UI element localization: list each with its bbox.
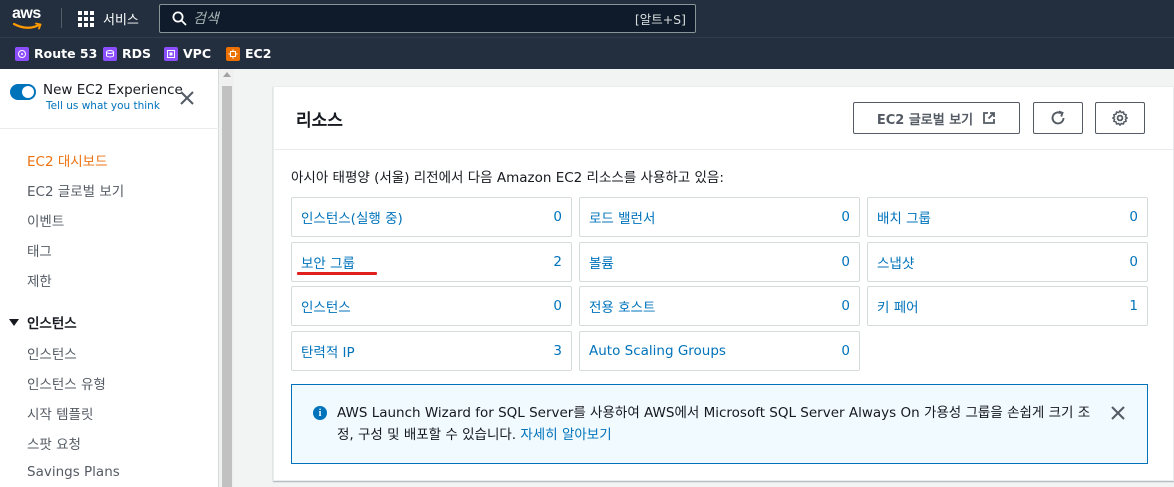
annotation-underline [297, 272, 377, 275]
resource-label: 볼륨 [589, 256, 614, 272]
ec2-icon [226, 46, 240, 61]
resource-count: 2 [553, 254, 562, 270]
sidebar-scrollbar-thumb[interactable] [222, 86, 232, 487]
resource-label: 인스턴스(실행 중) [301, 211, 403, 227]
new-experience-title: New EC2 Experience [43, 82, 183, 98]
header-divider [61, 8, 62, 28]
favorite-label: VPC [183, 46, 212, 61]
ec2-global-view-button[interactable]: EC2 글로벌 보기 [853, 102, 1020, 134]
close-icon[interactable] [1110, 405, 1126, 421]
sidebar-section-instances[interactable]: 인스턴스 [9, 312, 77, 332]
vpc-icon [164, 46, 178, 61]
resource-count: 0 [553, 298, 562, 314]
sidebar-item-spot-requests[interactable]: 스팟 요청 [27, 433, 81, 453]
resources-description: 아시아 태평양 (서울) 리전에서 다음 Amazon EC2 리소스를 사용하… [291, 170, 724, 186]
sidebar-item-limits[interactable]: 제한 [27, 270, 52, 290]
favorite-label: RDS [122, 46, 152, 61]
resource-count: 0 [841, 298, 850, 314]
search-input[interactable] [187, 10, 635, 27]
services-menu-button[interactable]: 서비스 [78, 9, 139, 28]
resource-count: 3 [553, 343, 562, 359]
search-box[interactable]: [알트+S] [159, 4, 696, 33]
resource-count: 0 [841, 209, 850, 225]
refresh-icon [1051, 110, 1065, 125]
resource-label: 인스턴스 [301, 300, 351, 316]
aws-smile-icon [13, 22, 42, 30]
favorite-rds[interactable]: RDS [103, 46, 151, 61]
resource-count: 0 [1129, 209, 1138, 225]
rds-icon [103, 46, 117, 61]
info-icon: i [313, 406, 327, 420]
resource-count: 0 [553, 209, 562, 225]
grid-menu-icon [78, 10, 94, 27]
sidebar-item-launch-templates[interactable]: 시작 템플릿 [27, 403, 93, 423]
feedback-link[interactable]: Tell us what you think [46, 100, 183, 112]
resource-label: 배치 그룹 [877, 211, 931, 227]
sidebar-item-savings-plans[interactable]: Savings Plans [27, 464, 120, 480]
resource-count: 0 [841, 254, 850, 270]
resource-elastic-ips[interactable]: 탄력적 IP 3 [291, 331, 572, 371]
refresh-button[interactable] [1033, 102, 1083, 134]
button-label: EC2 글로벌 보기 [876, 112, 974, 128]
favorite-label: Route 53 [34, 46, 98, 61]
resource-label: 탄력적 IP [301, 345, 355, 361]
resource-key-pairs[interactable]: 키 페어 1 [867, 286, 1148, 326]
gear-icon [1112, 110, 1128, 126]
new-experience-toggle[interactable] [10, 84, 36, 100]
sidebar-item-ec2-global-view[interactable]: EC2 글로벌 보기 [27, 180, 124, 200]
settings-button[interactable] [1095, 102, 1145, 134]
info-message: AWS Launch Wizard for SQL Server를 사용하여 A… [337, 405, 1091, 443]
panel-divider [274, 149, 1173, 150]
sidebar-item-instances[interactable]: 인스턴스 [27, 343, 77, 363]
sidebar-item-events[interactable]: 이벤트 [27, 210, 64, 230]
resource-running-instances[interactable]: 인스턴스(실행 중) 0 [291, 197, 572, 237]
section-label: 인스턴스 [27, 316, 77, 332]
sidebar-item-ec2-dashboard[interactable]: EC2 대시보드 [27, 150, 108, 170]
services-label: 서비스 [103, 13, 139, 28]
resource-security-groups[interactable]: 보안 그룹 2 [291, 242, 572, 282]
close-icon[interactable] [178, 89, 196, 107]
resource-placement-groups[interactable]: 배치 그룹 0 [867, 197, 1148, 237]
resource-count: 0 [841, 343, 850, 359]
external-link-icon [983, 112, 996, 124]
resource-load-balancers[interactable]: 로드 밸런서 0 [579, 197, 860, 237]
side-navigation: New EC2 Experience Tell us what you thin… [0, 69, 219, 487]
learn-more-link[interactable]: 자세히 알아보기 [520, 427, 611, 443]
resource-count: 1 [1129, 298, 1138, 314]
aws-logo-text: aws [12, 5, 41, 22]
favorite-ec2[interactable]: EC2 [226, 46, 271, 61]
aws-logo[interactable]: aws [12, 5, 48, 33]
search-icon [172, 11, 187, 26]
favorites-bar: Route 53 RDS VPC EC2 [0, 37, 1174, 69]
resource-volumes[interactable]: 볼륨 0 [579, 242, 860, 282]
caret-down-icon [9, 318, 19, 326]
resource-label: 보안 그룹 [301, 256, 355, 272]
info-alert: i AWS Launch Wizard for SQL Server를 사용하여… [291, 384, 1148, 464]
info-alert-text: AWS Launch Wizard for SQL Server를 사용하여 A… [337, 402, 1099, 446]
resource-snapshots[interactable]: 스냅샷 0 [867, 242, 1148, 282]
sidebar-item-instance-types[interactable]: 인스턴스 유형 [27, 373, 106, 393]
resource-dedicated-hosts[interactable]: 전용 호스트 0 [579, 286, 860, 326]
scroll-up-arrow-icon[interactable] [223, 72, 231, 77]
sidebar-item-tags[interactable]: 태그 [27, 240, 52, 260]
search-shortcut-hint: [알트+S] [634, 12, 686, 27]
top-navigation-bar: aws 서비스 [알트+S] [0, 0, 1174, 37]
resource-instances[interactable]: 인스턴스 0 [291, 286, 572, 326]
resource-label: 로드 밸런서 [589, 211, 656, 227]
resource-label: Auto Scaling Groups [589, 343, 726, 359]
new-experience-toggle-row: New EC2 Experience Tell us what you thin… [10, 82, 183, 112]
resource-label: 스냅샷 [877, 256, 915, 272]
resource-count: 0 [1129, 254, 1138, 270]
resource-label: 전용 호스트 [589, 300, 656, 316]
favorite-route53[interactable]: Route 53 [15, 46, 97, 61]
favorite-label: EC2 [245, 46, 272, 61]
resource-label: 키 페어 [877, 300, 919, 316]
route53-icon [15, 46, 29, 61]
panel-title: 리소스 [296, 111, 343, 131]
nav-divider [0, 128, 219, 129]
favorite-vpc[interactable]: VPC [164, 46, 211, 61]
resource-auto-scaling-groups[interactable]: Auto Scaling Groups 0 [579, 331, 860, 371]
